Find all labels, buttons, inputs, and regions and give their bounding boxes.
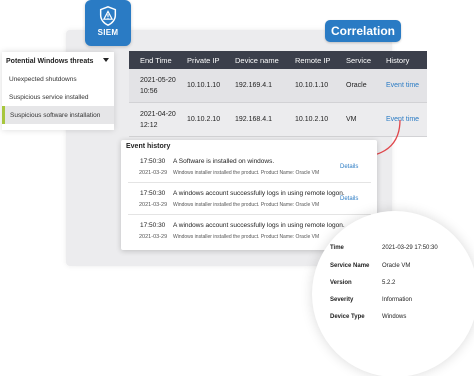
event-time-link[interactable]: Event time — [375, 82, 427, 89]
cell-device-name: 192.168.4.1 — [235, 116, 272, 123]
col-remote-ip: Remote IP — [295, 55, 331, 65]
detail-key: Severity — [330, 297, 354, 303]
event-date: 2021-03-29 — [139, 234, 168, 240]
detail-value: Windows — [382, 314, 407, 320]
detail-value: Information — [382, 297, 413, 303]
event-description: Windows installer installed the product.… — [173, 170, 320, 176]
event-details-popover: Time 2021-03-29 17:50:30 Service Name Or… — [312, 211, 474, 376]
event-time: 17:50:30 — [140, 158, 166, 165]
detail-value: 5.2.2 — [382, 280, 396, 286]
correlation-tab[interactable]: Correlation — [325, 20, 401, 42]
detail-key: Time — [330, 245, 344, 251]
event-time: 17:50:30 — [140, 222, 166, 229]
col-service: Service — [346, 55, 372, 65]
col-history: History — [386, 55, 410, 65]
col-device-name: Device name — [235, 55, 279, 65]
col-private-ip: Private IP — [187, 55, 220, 65]
event-title: A Software is installed on windows. — [173, 158, 275, 165]
cell-private-ip: 10.10.2.10 — [187, 116, 221, 123]
details-link[interactable]: Details — [340, 196, 358, 202]
shield-alert-icon — [99, 6, 117, 26]
cell-end-time: 2021-04-20 12:12 — [140, 110, 176, 129]
threats-panel: Potential Windows threats Unexpected shu… — [2, 52, 114, 130]
cell-remote-ip: 10.10.1.10 — [295, 82, 329, 89]
threats-dropdown[interactable]: Potential Windows threats — [2, 52, 114, 70]
detail-value: 2021-03-29 17:50:30 — [382, 245, 438, 251]
event-description: Windows installer installed the product.… — [173, 202, 320, 208]
cell-device-name: 192.169.4.1 — [235, 82, 272, 89]
caret-down-icon[interactable] — [103, 58, 109, 62]
detail-key: Service Name — [330, 263, 370, 269]
cell-service: Oracle — [346, 82, 367, 89]
event-date: 2021-03-29 — [139, 170, 168, 176]
threat-item-suspicious-software[interactable]: Suspicious software installation — [2, 106, 114, 124]
siem-badge: SIEM — [85, 0, 131, 46]
threat-item-suspicious-service[interactable]: Suspicious service installed — [2, 88, 114, 106]
detail-value: Oracle VM — [382, 263, 411, 269]
table-header: End Time Private IP Device name Remote I… — [129, 51, 427, 69]
event-history-title: Event history — [126, 143, 171, 150]
event-time: 17:50:30 — [140, 190, 166, 197]
detail-key: Device Type — [330, 314, 365, 320]
siem-label: SIEM — [97, 28, 119, 37]
threat-item-unexpected-shutdowns[interactable]: Unexpected shutdowns — [2, 70, 114, 88]
cell-end-time: 2021-05-20 10:56 — [140, 76, 176, 95]
event-title: A windows account successfully logs in u… — [173, 222, 345, 229]
cell-remote-ip: 10.10.2.10 — [295, 116, 329, 123]
cell-private-ip: 10.10.1.10 — [187, 82, 221, 89]
event-item: 17:50:30 2021-03-29 A Software is instal… — [128, 153, 371, 183]
event-item: 17:50:30 2021-03-29 A windows account su… — [128, 185, 371, 215]
table-row: 2021-05-20 10:56 10.10.1.10 192.169.4.1 … — [129, 69, 427, 103]
col-end-time: End Time — [140, 55, 172, 65]
event-title: A windows account successfully logs in u… — [173, 190, 345, 197]
event-date: 2021-03-29 — [139, 202, 168, 208]
event-description: Windows installer installed the product.… — [173, 234, 320, 240]
detail-key: Version — [330, 280, 352, 286]
details-link[interactable]: Details — [340, 164, 358, 170]
threats-title: Potential Windows threats — [6, 57, 94, 65]
